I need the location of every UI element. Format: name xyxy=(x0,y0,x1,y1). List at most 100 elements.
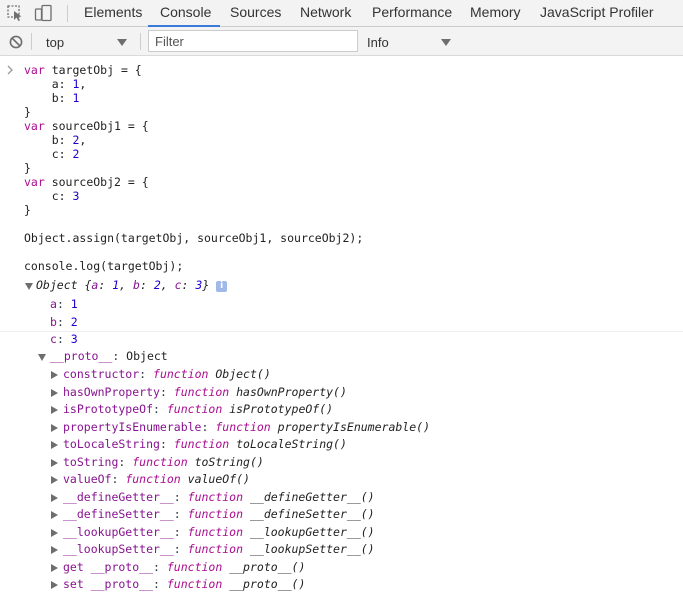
function-keyword: function xyxy=(187,542,244,556)
tab-memory[interactable]: Memory xyxy=(470,0,521,27)
object-summary[interactable]: Object {a: 1, b: 2, c: 3} i xyxy=(36,277,228,295)
proto-member-row[interactable]: toString: function toString() xyxy=(63,454,264,472)
inspect-element-icon[interactable] xyxy=(6,4,26,22)
expand-triangle-icon[interactable] xyxy=(51,476,58,484)
function-keyword: function xyxy=(166,402,223,416)
function-signature: __proto__() xyxy=(229,559,306,574)
function-signature: isPrototypeOf() xyxy=(229,402,334,416)
expand-triangle-icon[interactable] xyxy=(51,511,58,519)
expand-triangle-icon[interactable] xyxy=(51,581,58,589)
expand-triangle-icon[interactable] xyxy=(51,423,58,432)
member-key: toLocaleString xyxy=(63,437,160,451)
function-keyword: function xyxy=(166,559,223,574)
code-line: b: 2, xyxy=(24,133,87,147)
tab-javascript-profiler[interactable]: JavaScript Profiler xyxy=(540,0,654,27)
member-key: __defineGetter__ xyxy=(63,489,174,504)
expand-triangle-icon[interactable] xyxy=(51,388,58,397)
expand-triangle-icon[interactable] xyxy=(25,283,33,290)
proto-member-row[interactable]: __lookupGetter__: function __lookupGette… xyxy=(63,524,375,542)
proto-member-row[interactable]: constructor: function Object() xyxy=(63,366,271,384)
proto-key: __proto__ xyxy=(50,349,113,363)
tab-network[interactable]: Network xyxy=(300,0,351,27)
console-messages: var targetObj = { a: 1, b: 1} var sourceO… xyxy=(0,57,683,599)
function-signature: valueOf() xyxy=(187,472,250,486)
proto-member-row[interactable]: get __proto__: function __proto__() xyxy=(63,559,305,577)
function-keyword: function xyxy=(173,384,230,399)
tab-sources[interactable]: Sources xyxy=(230,0,281,27)
code-line: } xyxy=(24,105,31,119)
toolbar-divider xyxy=(67,5,68,22)
proto-member-row[interactable]: __defineSetter__: function __defineSette… xyxy=(63,506,375,524)
member-key: toString xyxy=(63,454,119,469)
proto-member-row[interactable]: set __proto__: function __proto__() xyxy=(63,576,305,594)
property-row: b: 2 xyxy=(50,315,78,329)
property-row: c: 3 xyxy=(50,332,78,346)
function-keyword: function xyxy=(125,472,181,486)
devtools-tabbar: Elements Console Sources Network Performance… xyxy=(0,0,683,27)
expand-triangle-icon[interactable] xyxy=(51,546,58,554)
function-signature: propertyIsEnumerable() xyxy=(277,419,430,434)
code-line: c: 3 xyxy=(24,189,80,203)
toolbar-divider xyxy=(31,33,32,50)
expand-triangle-icon[interactable] xyxy=(51,528,58,537)
clear-console-icon[interactable] xyxy=(9,35,23,49)
function-signature: __lookupSetter__() xyxy=(249,542,375,556)
function-signature: hasOwnProperty() xyxy=(236,384,347,399)
proto-member-row[interactable]: __defineGetter__: function __defineGette… xyxy=(63,489,375,507)
log-level-value: Info xyxy=(367,35,389,50)
code-line: } xyxy=(24,203,31,217)
code-line: } xyxy=(24,161,31,175)
info-icon: i xyxy=(216,281,228,292)
proto-value: Object xyxy=(126,349,168,363)
expand-triangle-icon[interactable] xyxy=(38,354,46,361)
member-key: constructor xyxy=(63,367,140,381)
function-signature: toLocaleString() xyxy=(236,437,347,451)
message-divider xyxy=(0,331,683,332)
proto-member-row[interactable]: valueOf: function valueOf() xyxy=(63,471,250,489)
proto-member-row[interactable]: propertyIsEnumerable: function propertyI… xyxy=(63,419,430,437)
toolbar-divider xyxy=(140,33,141,50)
member-key: propertyIsEnumerable xyxy=(63,419,202,434)
chevron-down-icon xyxy=(117,39,127,46)
proto-member-row[interactable]: hasOwnProperty: function hasOwnProperty(… xyxy=(63,384,347,402)
context-value: top xyxy=(46,35,65,50)
object-preview: {a: 1, b: 2, c: 3} xyxy=(84,278,210,292)
proto-member-row[interactable]: toLocaleString: function toLocaleString(… xyxy=(63,436,347,454)
function-keyword: function xyxy=(187,507,244,521)
filter-input[interactable] xyxy=(148,30,358,52)
member-key: valueOf xyxy=(63,472,112,486)
property-value: 3 xyxy=(70,332,78,346)
function-keyword: function xyxy=(187,524,244,539)
function-keyword: function xyxy=(173,437,230,451)
expand-triangle-icon[interactable] xyxy=(51,441,58,449)
proto-row[interactable]: __proto__: Object xyxy=(50,348,168,366)
property-value: 2 xyxy=(70,315,78,329)
expand-triangle-icon[interactable] xyxy=(51,406,58,414)
property-key: c xyxy=(50,332,57,346)
code-line: var sourceObj1 = { xyxy=(24,119,149,133)
tab-console[interactable]: Console xyxy=(160,0,211,27)
expand-triangle-icon[interactable] xyxy=(51,458,58,467)
function-signature: __defineSetter__() xyxy=(249,507,375,521)
log-level-selector[interactable]: Info xyxy=(362,32,457,52)
expand-triangle-icon[interactable] xyxy=(51,493,58,502)
context-selector[interactable]: top xyxy=(40,32,132,52)
chevron-down-icon xyxy=(441,39,451,46)
function-signature: toString() xyxy=(194,454,264,469)
device-toolbar-icon[interactable] xyxy=(34,4,54,22)
console-input-code: var targetObj = { a: 1, b: 1} var sourceO… xyxy=(24,63,363,273)
member-key: hasOwnProperty xyxy=(63,384,160,399)
member-key: __defineSetter__ xyxy=(63,507,174,521)
tab-elements[interactable]: Elements xyxy=(84,0,142,27)
code-line: a: 1, xyxy=(24,77,87,91)
proto-member-row[interactable]: isPrototypeOf: function isPrototypeOf() xyxy=(63,401,333,419)
expand-triangle-icon[interactable] xyxy=(51,371,58,379)
member-key: __lookupSetter__ xyxy=(63,542,174,556)
member-key: get __proto__ xyxy=(63,559,154,574)
function-signature: Object() xyxy=(215,367,271,381)
expand-triangle-icon[interactable] xyxy=(51,563,58,572)
function-signature: __defineGetter__() xyxy=(249,489,375,504)
proto-member-row[interactable]: __lookupSetter__: function __lookupSette… xyxy=(63,541,375,559)
tab-performance[interactable]: Performance xyxy=(372,0,452,27)
